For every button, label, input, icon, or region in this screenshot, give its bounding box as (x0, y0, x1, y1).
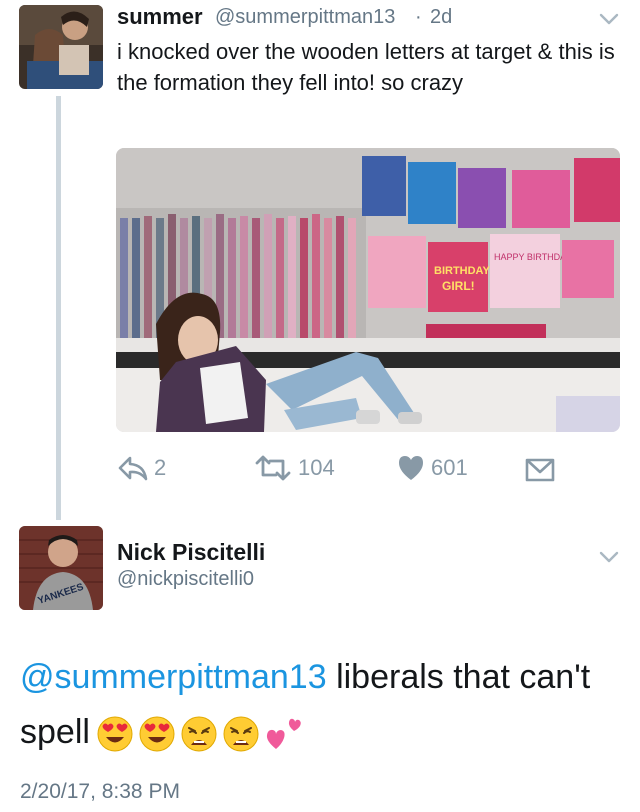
display-name-nick[interactable]: Nick Piscitelli (117, 539, 265, 566)
heart-eyes-emoji-icon (97, 716, 133, 752)
reply-tweet-text: @summerpittman13 liberals that can't spe… (20, 650, 620, 760)
reply-action[interactable]: 2 (118, 455, 166, 481)
heart-eyes-emoji-icon (139, 716, 175, 752)
photo-bag-text: BIRTHDAY (434, 265, 490, 277)
retweet-icon (255, 455, 291, 481)
tweet-age[interactable]: 2d (430, 6, 452, 29)
thread-line (56, 96, 61, 520)
reply-icon (118, 456, 148, 481)
chevron-down-icon[interactable] (598, 546, 620, 573)
display-name[interactable]: summer (117, 4, 203, 30)
tweet-timestamp[interactable]: 2/20/17, 8:38 PM (20, 780, 180, 804)
retweet-action[interactable]: 104 (254, 455, 335, 481)
separator: · (415, 6, 422, 28)
chevron-down-icon[interactable] (598, 8, 620, 35)
photo-bag-text-3: HAPPY BIRTHDAY (494, 252, 572, 262)
direct-message-icon[interactable] (524, 457, 556, 488)
emoji-group (96, 715, 304, 753)
weary-face-emoji-icon (181, 716, 217, 752)
avatar-photo-nick: YANKEES (19, 526, 103, 610)
mention-link[interactable]: @summerpittman13 (20, 658, 327, 696)
avatar-nick[interactable]: YANKEES (19, 526, 103, 610)
retweet-count: 104 (298, 455, 335, 480)
heart-icon (399, 456, 423, 480)
tweet-text: i knocked over the wooden letters at tar… (117, 39, 615, 95)
photo-illustration: BIRTHDAY GIRL! HAPPY BIRTHDAY (116, 148, 620, 432)
weary-face-emoji-icon (223, 716, 259, 752)
like-action[interactable]: 601 (397, 455, 468, 481)
like-count: 601 (431, 455, 468, 480)
reply-count: 2 (154, 455, 167, 480)
user-handle-nick[interactable]: @nickpiscitelli0 (117, 568, 254, 591)
user-handle[interactable]: @summerpittman13 (215, 6, 395, 29)
avatar[interactable] (19, 5, 103, 89)
two-hearts-emoji-icon (266, 718, 301, 750)
avatar-photo (19, 5, 103, 89)
photo-bag-text-2: GIRL! (442, 279, 475, 293)
tweet-photo[interactable]: BIRTHDAY GIRL! HAPPY BIRTHDAY (116, 148, 620, 432)
